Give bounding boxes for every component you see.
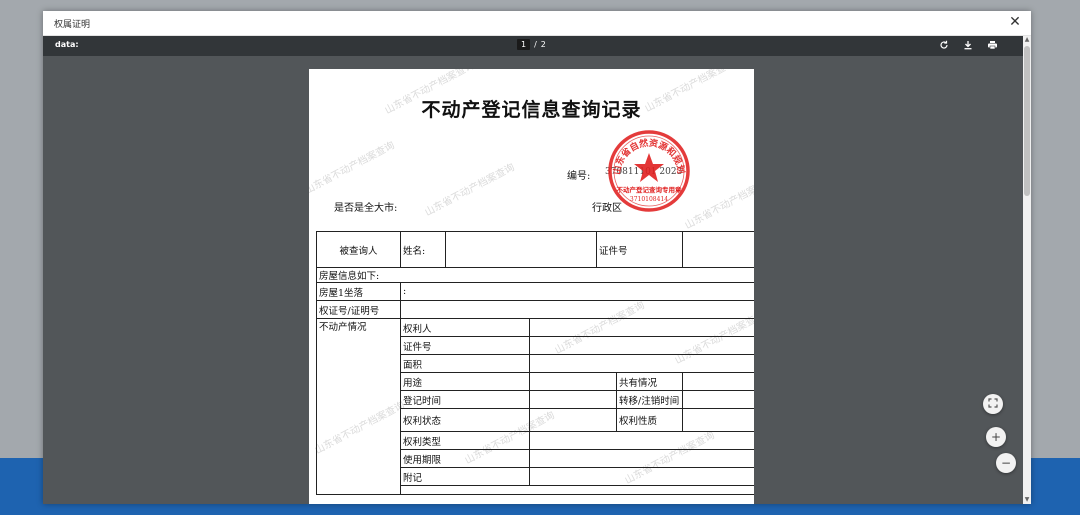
page-separator: /	[534, 40, 537, 49]
cert-label: 证件号	[596, 231, 683, 268]
right-type-label: 权利类型	[400, 431, 530, 450]
usage-label: 用途	[400, 372, 530, 391]
zoom-out-icon[interactable]: −	[996, 453, 1016, 473]
scroll-up-icon[interactable]: ▲	[1024, 37, 1030, 43]
status-label: 不动产情况	[316, 318, 401, 495]
subject-label: 被查询人	[316, 231, 401, 268]
cert-value	[682, 231, 754, 268]
cert-no-value	[400, 300, 754, 319]
location-label: 房屋1坐落	[316, 282, 401, 301]
print-icon[interactable]	[985, 38, 999, 52]
area-value	[529, 354, 754, 373]
rotate-icon[interactable]	[937, 38, 951, 52]
right-type-value	[529, 431, 754, 450]
city-label: 是否是全大市:	[334, 203, 398, 214]
term-label: 使用期限	[400, 449, 530, 468]
reg-time-value	[529, 390, 617, 409]
holder-value	[529, 318, 754, 337]
official-seal: 山东省自然资源和规划 不动产登记查询专用章 3710108414	[608, 130, 690, 212]
pdf-toolbar: data: 1 / 2	[43, 36, 1023, 56]
term-value	[529, 449, 754, 468]
document-title: 不动产登记信息查询记录	[421, 99, 642, 121]
location-value: :	[400, 282, 754, 301]
scroll-down-icon[interactable]: ▼	[1024, 497, 1030, 503]
page-indicator: 1 / 2	[517, 39, 546, 50]
right-state-value	[529, 408, 617, 432]
cert-row-label: 证件号	[400, 336, 530, 355]
cert-no-label: 权证号/证明号	[316, 300, 401, 319]
reg-time-label: 登记时间	[400, 390, 530, 409]
modal-header: 权属证明 ✕	[43, 11, 1031, 36]
right-state-label: 权利状态	[400, 408, 530, 432]
record-table: 被查询人 姓名: 证件号 房屋信息如下: 房屋1坐落 : 权证号/证明号 不动产…	[316, 231, 754, 495]
fit-page-icon[interactable]	[983, 394, 1003, 414]
file-name: data:	[55, 40, 79, 49]
svg-text:不动产登记查询专用章: 不动产登记查询专用章	[617, 185, 683, 194]
house-info-label: 房屋信息如下:	[316, 267, 754, 283]
right-nature-label: 权利性质	[616, 408, 683, 432]
serial-label: 编号:	[567, 171, 591, 182]
transfer-time-label: 转移/注销时间	[616, 390, 683, 409]
watermark: 山东省不动产档案查询	[683, 174, 754, 232]
download-icon[interactable]	[961, 38, 975, 52]
transfer-time-value	[682, 390, 754, 409]
pdf-viewer[interactable]: 山东省不动产档案查询 山东省不动产档案查询 山东省不动产档案查询 山东省不动产档…	[43, 56, 1023, 504]
right-nature-value	[682, 408, 754, 432]
note-label: 附记	[400, 467, 530, 486]
name-label: 姓名:	[400, 231, 446, 268]
watermark: 山东省不动产档案查询	[423, 161, 517, 219]
usage-value	[529, 372, 617, 391]
note-value	[529, 467, 754, 486]
viewer-scrollbar[interactable]: ▲ ▼	[1023, 36, 1031, 504]
pdf-page: 山东省不动产档案查询 山东省不动产档案查询 山东省不动产档案查询 山东省不动产档…	[309, 69, 754, 504]
area-label: 面积	[400, 354, 530, 373]
name-value	[445, 231, 597, 268]
current-page-input[interactable]: 1	[517, 39, 531, 50]
holder-label: 权利人	[400, 318, 530, 337]
shared-label: 共有情况	[616, 372, 683, 391]
modal-title: 权属证明	[54, 20, 91, 30]
scroll-thumb[interactable]	[1024, 46, 1030, 196]
zoom-in-icon[interactable]: +	[986, 427, 1006, 447]
total-pages: 2	[540, 40, 546, 49]
close-icon[interactable]: ✕	[1007, 14, 1023, 30]
cert-row-value	[529, 336, 754, 355]
watermark: 山东省不动产档案查询	[309, 139, 397, 197]
certificate-modal: 权属证明 ✕ data: 1 / 2 山东省不动产档案查询 山东省不动产档案查询…	[43, 11, 1031, 504]
shared-value	[682, 372, 754, 391]
table-bottom-row	[400, 485, 754, 495]
svg-text:3710108414: 3710108414	[630, 196, 668, 203]
